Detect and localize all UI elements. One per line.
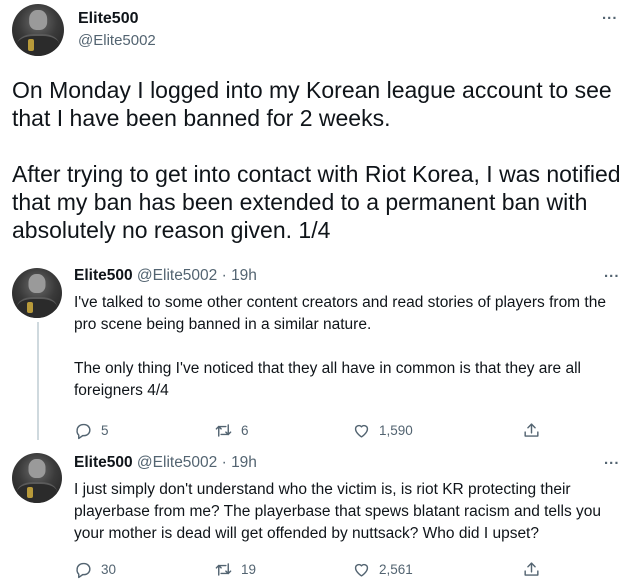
main-tweet-paragraph: On Monday I logged into my Korean league… — [12, 77, 612, 131]
reply-actions: 30 19 2,561 — [74, 560, 554, 582]
main-tweet-paragraph: After trying to get into contact with Ri… — [12, 161, 621, 243]
more-icon[interactable]: ... — [602, 6, 618, 23]
reply-header: Elite500 @Elite5002 · 19h — [74, 454, 257, 472]
reply-count: 30 — [101, 562, 117, 577]
like-button[interactable]: 2,561 — [352, 560, 413, 579]
share-icon — [524, 562, 539, 576]
reply-text: I've talked to some other content creato… — [74, 292, 630, 402]
reply-button[interactable]: 5 — [74, 421, 109, 440]
reply-avatar[interactable] — [12, 453, 62, 503]
like-icon — [354, 563, 369, 577]
more-icon[interactable]: ... — [604, 264, 620, 281]
retweet-icon — [215, 424, 232, 437]
retweet-button[interactable]: 19 — [214, 560, 256, 579]
reply-header: Elite500 @Elite5002 · 19h — [74, 267, 257, 285]
like-icon — [354, 424, 369, 438]
more-icon[interactable]: ... — [604, 451, 620, 468]
reply-display-name[interactable]: Elite500 — [74, 267, 133, 284]
retweet-button[interactable]: 6 — [214, 421, 249, 440]
like-count: 2,561 — [379, 562, 413, 577]
reply-icon — [76, 423, 91, 440]
main-tweet-text: On Monday I logged into my Korean league… — [12, 76, 632, 272]
reply-paragraph: I've talked to some other content creato… — [74, 294, 606, 333]
like-button[interactable]: 1,590 — [352, 421, 413, 440]
reply-button[interactable]: 30 — [74, 560, 116, 579]
retweet-count: 19 — [241, 562, 257, 577]
like-count: 1,590 — [379, 423, 413, 438]
reply-count: 5 — [101, 423, 109, 438]
main-display-name[interactable]: Elite500 — [78, 10, 138, 28]
main-avatar[interactable] — [12, 4, 64, 56]
share-button[interactable] — [522, 421, 541, 440]
reply-icon — [76, 562, 91, 579]
retweet-count: 6 — [241, 423, 249, 438]
retweet-icon — [215, 563, 232, 576]
share-icon — [524, 423, 539, 437]
reply-text: I just simply don't understand who the v… — [74, 479, 630, 545]
share-button[interactable] — [522, 560, 541, 579]
thread-connector-line — [37, 322, 39, 440]
reply-actions: 5 6 1,590 — [74, 421, 554, 443]
reply-avatar[interactable] — [12, 268, 62, 318]
reply-display-name[interactable]: Elite500 — [74, 454, 133, 471]
reply-meta[interactable]: @Elite5002 · 19h — [137, 454, 257, 471]
reply-paragraph: I just simply don't understand who the v… — [74, 481, 601, 542]
main-handle[interactable]: @Elite5002 — [78, 32, 156, 49]
reply-paragraph: The only thing I've noticed that they al… — [74, 360, 581, 399]
reply-meta[interactable]: @Elite5002 · 19h — [137, 267, 257, 284]
